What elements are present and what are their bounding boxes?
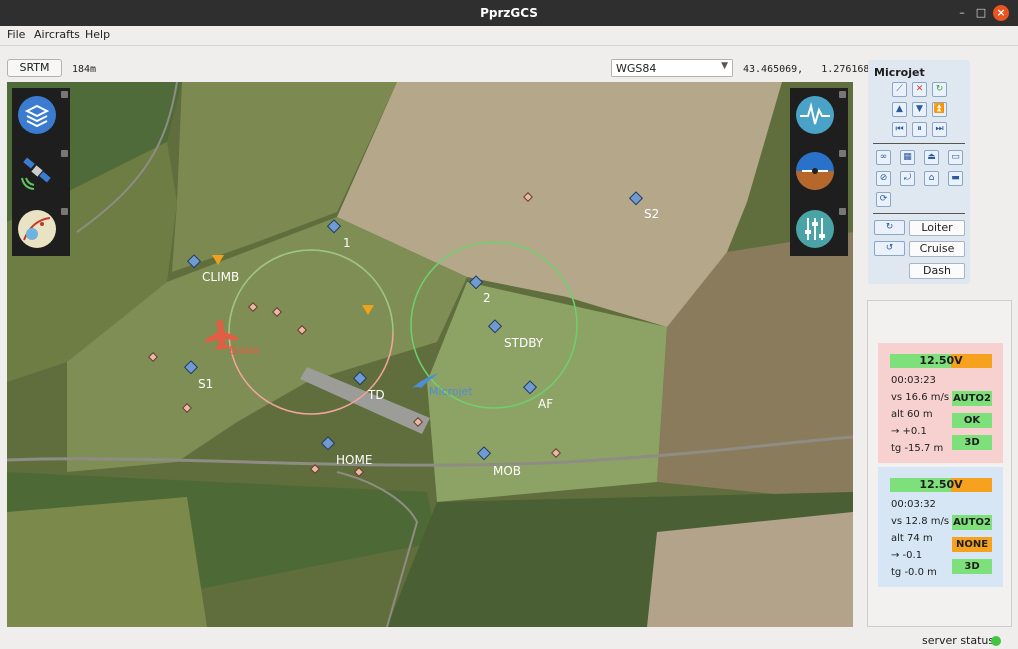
- maximize-icon[interactable]: □: [973, 5, 989, 21]
- upload-icon[interactable]: ⏏: [924, 150, 939, 165]
- device-icon[interactable]: ▬: [948, 171, 963, 186]
- waypoint-label-af: AF: [538, 397, 553, 411]
- waypoint-label-s2: S2: [644, 207, 659, 221]
- center-icon[interactable]: ⏸: [912, 122, 927, 137]
- rc-badge: OK: [952, 413, 992, 428]
- target-diff: tg -0.0 m: [891, 567, 937, 578]
- aircraft-name: Microjet: [874, 66, 925, 79]
- srtm-button[interactable]: SRTM: [7, 59, 62, 77]
- mode-badge: AUTO2: [952, 391, 992, 406]
- lock-icon: [839, 91, 846, 98]
- title-bar: PprzGCS – □ ×: [0, 0, 1018, 26]
- loiter-button[interactable]: Loiter: [909, 220, 965, 236]
- lock-icon: [61, 150, 68, 157]
- path-icon[interactable]: ⤾: [900, 171, 915, 186]
- target-diff: tg -15.7 m: [891, 443, 944, 454]
- circle-cw-icon[interactable]: ↻: [874, 220, 905, 235]
- waypoint-label-mob: MOB: [493, 464, 521, 478]
- waypoint-label-2: 2: [483, 291, 491, 305]
- altitude-readout: 184m: [72, 64, 97, 75]
- right-toolbar: [790, 88, 848, 256]
- calendar-icon[interactable]: ▦: [900, 150, 915, 165]
- lock-icon: [839, 208, 846, 215]
- aircraft-strip-microjet[interactable]: 12.50V 00:03:32 vs 12.8 m/s alt 74 m → -…: [878, 467, 1003, 587]
- menu-file[interactable]: File: [7, 28, 25, 41]
- map-view[interactable]: 1 2 S1 S2 CLIMB STDBY TD AF HOME MOB Bix…: [7, 82, 853, 627]
- skip-end-icon[interactable]: ⏭: [932, 122, 947, 137]
- lock-icon: [61, 91, 68, 98]
- altitude: alt 60 m: [891, 409, 933, 420]
- waypoint-label-1: 1: [343, 236, 351, 250]
- projection-value: WGS84: [616, 62, 657, 75]
- waypoint-label-home: HOME: [336, 453, 372, 467]
- waypoint-label-td: TD: [367, 388, 385, 402]
- climb-rate: → +0.1: [891, 426, 927, 437]
- takeoff-icon[interactable]: ⟋: [892, 82, 907, 97]
- close-icon[interactable]: ×: [993, 5, 1009, 21]
- minimize-icon[interactable]: –: [954, 5, 970, 21]
- field-sw: [7, 497, 207, 627]
- projection-select[interactable]: WGS84 ▼: [611, 59, 733, 77]
- climb-rate: → -0.1: [891, 550, 923, 561]
- menu-help[interactable]: Help: [85, 28, 110, 41]
- menu-bar: File Aircrafts Help: [0, 26, 1018, 46]
- battery-bar: 12.50V: [890, 354, 992, 368]
- resurrect-icon[interactable]: ↻: [932, 82, 947, 97]
- lock-icon: [61, 208, 68, 215]
- waypoint-label-s1: S1: [198, 377, 213, 391]
- map-settings-icon[interactable]: [18, 210, 56, 248]
- aircraft-strips-panel: 12.50V 00:03:23 vs 16.6 m/s alt 60 m → +…: [867, 300, 1012, 627]
- left-toolbar: [12, 88, 70, 256]
- home-icon[interactable]: ⌂: [924, 171, 939, 186]
- flight-time: 00:03:32: [891, 499, 936, 510]
- separator: [873, 213, 965, 214]
- aircraft-label-bixler: Bixler: [229, 344, 261, 357]
- satellite-icon[interactable]: [18, 152, 56, 190]
- gps-badge: 3D: [952, 435, 992, 450]
- link-icon[interactable]: ∞: [876, 150, 891, 165]
- waypoint-label-climb: CLIMB: [202, 270, 239, 284]
- refresh-icon[interactable]: ⟳: [876, 192, 891, 207]
- battery-voltage: 12.50V: [919, 478, 963, 491]
- aircraft-command-panel: Microjet ⟋ ✕ ↻ ▲ ▼ ⏫ ⏮ ⏸ ⏭ ∞ ▦ ⏏ ▭ ⊘ ⤾ ⌂…: [868, 60, 970, 284]
- rc-badge: NONE: [952, 537, 992, 552]
- server-status-indicator: [991, 636, 1001, 646]
- circle-ccw-icon[interactable]: ↺: [874, 241, 905, 256]
- layers-icon[interactable]: [18, 96, 56, 134]
- server-status-label: server status:: [922, 634, 998, 647]
- battery-bar: 12.50V: [890, 478, 992, 492]
- ground-speed: vs 12.8 m/s: [891, 516, 950, 527]
- flight-time: 00:03:23: [891, 375, 936, 386]
- arrow-down-icon[interactable]: ▼: [912, 102, 927, 117]
- chevron-down-icon: ▼: [721, 61, 728, 71]
- coordinates-readout: 43.465069, 1.276168: [743, 64, 870, 75]
- clip-icon[interactable]: ⊘: [876, 171, 891, 186]
- aircraft-strip-bixler[interactable]: 12.50V 00:03:23 vs 16.6 m/s alt 60 m → +…: [878, 343, 1003, 463]
- menu-aircrafts[interactable]: Aircrafts: [34, 28, 80, 41]
- ground-speed: vs 16.6 m/s: [891, 392, 950, 403]
- skip-start-icon[interactable]: ⏮: [892, 122, 907, 137]
- double-up-icon[interactable]: ⏫: [932, 102, 947, 117]
- gps-badge: 3D: [952, 559, 992, 574]
- mode-badge: AUTO2: [952, 515, 992, 530]
- waypoint-label-stdby: STDBY: [504, 336, 544, 350]
- aircraft-label-microjet: Microjet: [429, 385, 473, 398]
- settings-sliders-icon[interactable]: [796, 210, 834, 248]
- lock-icon: [839, 150, 846, 157]
- computer-icon[interactable]: ▭: [948, 150, 963, 165]
- altitude: alt 74 m: [891, 533, 933, 544]
- window-title: PprzGCS: [480, 6, 538, 20]
- dash-button[interactable]: Dash: [909, 263, 965, 279]
- separator: [873, 143, 965, 144]
- cruise-button[interactable]: Cruise: [909, 241, 965, 257]
- battery-voltage: 12.50V: [919, 354, 963, 367]
- kill-icon[interactable]: ✕: [912, 82, 927, 97]
- attitude-icon[interactable]: [796, 152, 834, 190]
- telemetry-icon[interactable]: [796, 96, 834, 134]
- arrow-up-icon[interactable]: ▲: [892, 102, 907, 117]
